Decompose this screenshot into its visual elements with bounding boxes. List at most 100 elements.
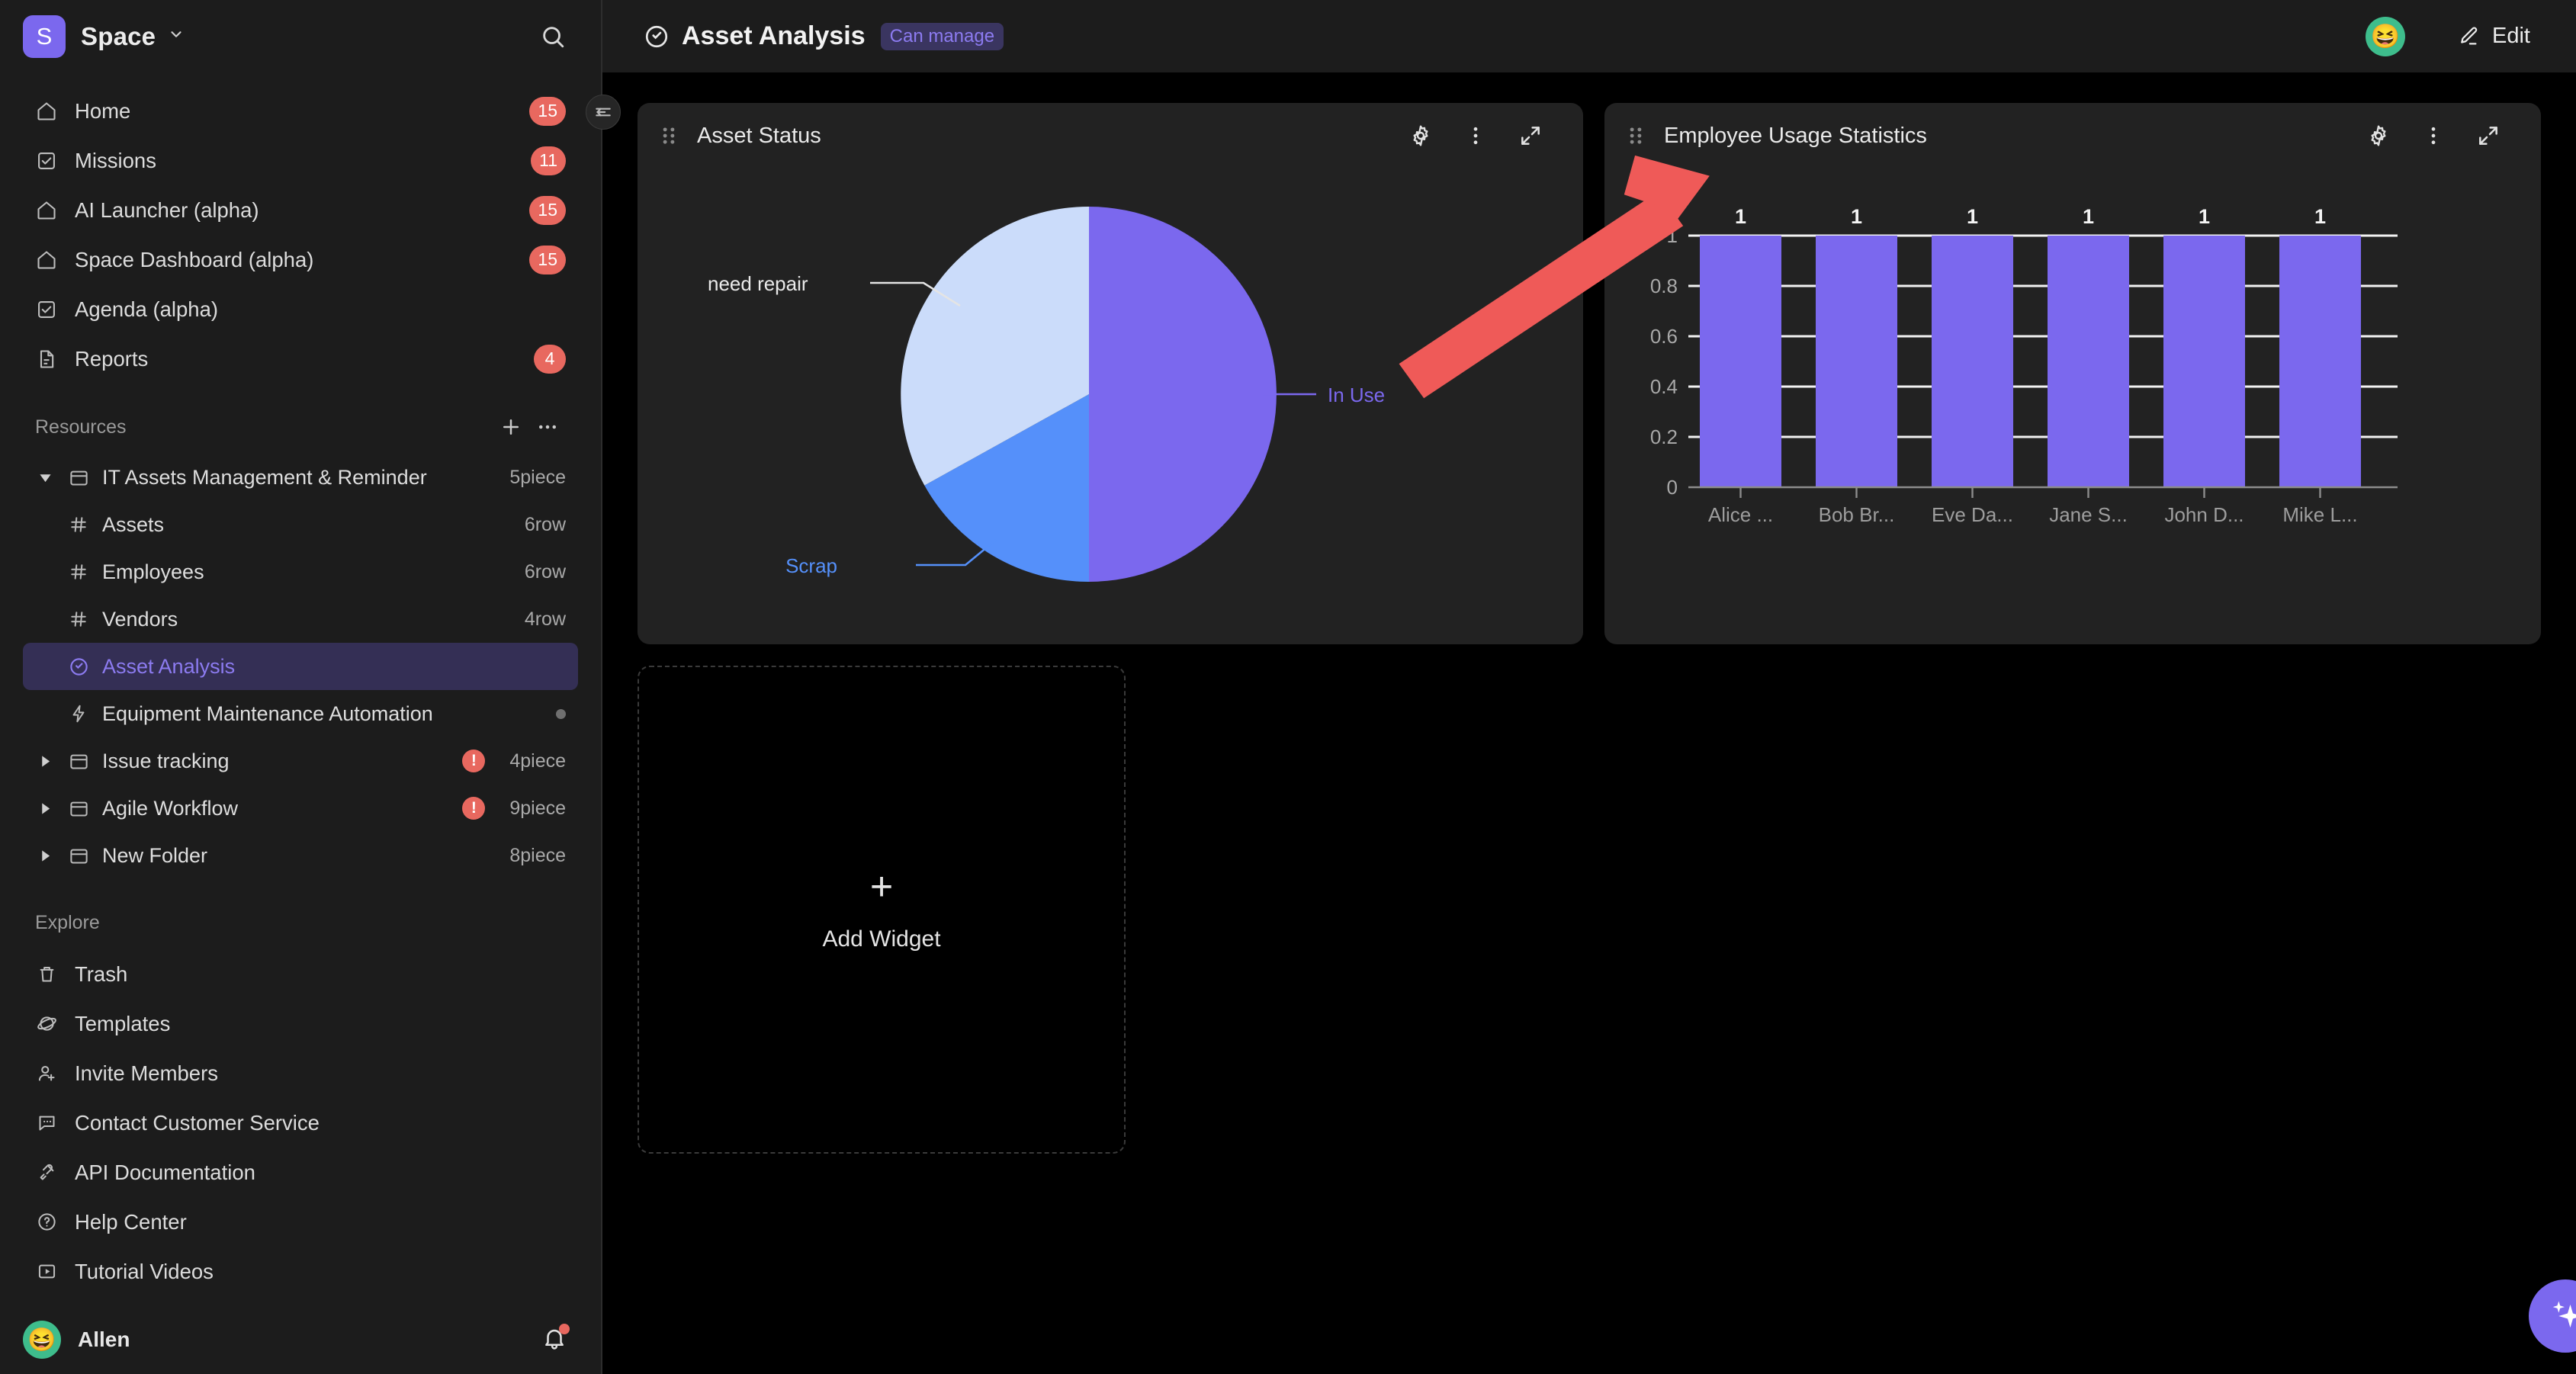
collapse-sidebar-button[interactable] bbox=[586, 95, 621, 130]
planet-icon bbox=[35, 1013, 58, 1035]
main-area: Asset Analysis Can manage 😆 Edit Asset S… bbox=[602, 0, 2576, 1374]
tree-item-meta: 4row bbox=[524, 608, 566, 630]
bar-4[interactable] bbox=[2163, 236, 2245, 487]
sidebar-item-help-center[interactable]: Help Center bbox=[23, 1197, 578, 1247]
home-icon bbox=[35, 249, 58, 271]
tree-item-issue-tracking[interactable]: Issue tracking ! 4piece bbox=[23, 737, 578, 785]
status-dot bbox=[556, 708, 566, 719]
sidebar-item-label: Contact Customer Service bbox=[75, 1110, 320, 1135]
checkbox-icon bbox=[35, 298, 58, 321]
tree-item-vendors[interactable]: Vendors 4row bbox=[23, 596, 578, 643]
bar-5[interactable] bbox=[2279, 236, 2361, 487]
xtick-3: Jane S... bbox=[2049, 503, 2128, 526]
chevron-right-icon[interactable] bbox=[35, 751, 55, 771]
sidebar-item-label: Agenda (alpha) bbox=[75, 297, 219, 321]
sidebar-item-api-documentation[interactable]: API Documentation bbox=[23, 1148, 578, 1197]
sidebar-item-invite-members[interactable]: Invite Members bbox=[23, 1048, 578, 1098]
question-circle-icon bbox=[35, 1211, 58, 1234]
sidebar-item-label: Reports bbox=[75, 346, 149, 371]
chevron-down-icon[interactable] bbox=[168, 26, 185, 47]
bar-value-3: 1 bbox=[2083, 205, 2094, 228]
home-icon bbox=[35, 199, 58, 222]
ytick-06: 0.6 bbox=[1650, 325, 1678, 348]
tree-item-label: Issue tracking bbox=[102, 749, 230, 772]
more-vertical-icon[interactable] bbox=[1458, 118, 1493, 153]
sidebar-badge: 15 bbox=[529, 96, 566, 126]
folder-icon bbox=[67, 466, 90, 489]
resources-section-header: Resources bbox=[23, 406, 578, 448]
sidebar-item-templates[interactable]: Templates bbox=[23, 999, 578, 1048]
gear-icon[interactable] bbox=[1403, 118, 1438, 153]
sidebar-item-label: Templates bbox=[75, 1011, 171, 1035]
workspace-header[interactable]: S Space bbox=[0, 0, 601, 72]
chevron-down-icon[interactable] bbox=[35, 467, 55, 487]
drag-handle-icon[interactable] bbox=[1627, 126, 1644, 146]
widget-header: Asset Status bbox=[638, 103, 1583, 169]
avatar[interactable]: 😆 bbox=[23, 1321, 61, 1359]
sidebar-item-label: Tutorial Videos bbox=[75, 1259, 214, 1283]
bar-value-1: 1 bbox=[1851, 205, 1862, 228]
tree-item-agile-workflow[interactable]: Agile Workflow ! 9piece bbox=[23, 785, 578, 832]
sidebar-item-ai-launcher[interactable]: AI Launcher (alpha) 15 bbox=[23, 185, 578, 235]
tree-item-meta: 6row bbox=[524, 560, 566, 583]
expand-icon[interactable] bbox=[1513, 118, 1548, 153]
search-icon[interactable] bbox=[540, 24, 566, 50]
bell-icon[interactable] bbox=[541, 1323, 570, 1355]
bar-0[interactable] bbox=[1700, 236, 1781, 487]
sidebar-item-agenda[interactable]: Agenda (alpha) bbox=[23, 284, 578, 334]
tree-item-meta: 6row bbox=[524, 513, 566, 535]
bar-value-2: 1 bbox=[1967, 205, 1978, 228]
sidebar-badge: 15 bbox=[529, 195, 566, 225]
bar-2[interactable] bbox=[1932, 236, 2013, 487]
tree-item-asset-analysis[interactable]: Asset Analysis bbox=[23, 643, 578, 690]
bar-3[interactable] bbox=[2048, 236, 2129, 487]
expand-icon[interactable] bbox=[2471, 118, 2506, 153]
ytick-1: 1 bbox=[1667, 224, 1678, 247]
sidebar-item-label: AI Launcher (alpha) bbox=[75, 197, 259, 222]
tree-item-new-folder[interactable]: New Folder 8piece bbox=[23, 832, 578, 879]
tree-item-employees[interactable]: Employees 6row bbox=[23, 548, 578, 596]
sidebar-item-contact-customer-service[interactable]: Contact Customer Service bbox=[23, 1098, 578, 1148]
gear-icon[interactable] bbox=[2361, 118, 2396, 153]
xtick-4: John D... bbox=[2164, 503, 2244, 526]
tree-item-label: Assets bbox=[102, 512, 165, 536]
chevron-right-icon[interactable] bbox=[35, 846, 55, 865]
chevron-right-icon[interactable] bbox=[35, 798, 55, 818]
resources-more-button[interactable] bbox=[529, 409, 566, 445]
sidebar-item-label: Space Dashboard (alpha) bbox=[75, 247, 314, 271]
tree-item-equipment-maintenance-automation[interactable]: Equipment Maintenance Automation bbox=[23, 690, 578, 737]
widget-asset-status: Asset Status In Use need repair Scrap bbox=[638, 103, 1583, 644]
tree-item-label: Vendors bbox=[102, 607, 178, 631]
sidebar-item-tutorial-videos[interactable]: Tutorial Videos bbox=[23, 1247, 578, 1296]
plug-icon bbox=[35, 1161, 58, 1184]
tree-item-meta: 9piece bbox=[509, 797, 566, 819]
more-vertical-icon[interactable] bbox=[2416, 118, 2451, 153]
xtick-0: Alice ... bbox=[1708, 503, 1773, 526]
sidebar-item-space-dashboard[interactable]: Space Dashboard (alpha) 15 bbox=[23, 235, 578, 284]
sidebar-item-trash[interactable]: Trash bbox=[23, 949, 578, 999]
app-root: S Space Home 15 Missions 11 AI Launcher … bbox=[0, 0, 2576, 1374]
sidebar-item-missions[interactable]: Missions 11 bbox=[23, 136, 578, 185]
ai-assistant-button[interactable] bbox=[2529, 1279, 2576, 1353]
user-bar[interactable]: 😆 Allen bbox=[0, 1305, 601, 1374]
widget-row: Asset Status In Use need repair Scrap Em… bbox=[638, 103, 2541, 644]
resources-title: Resources bbox=[35, 416, 127, 438]
add-widget-button[interactable]: + Add Widget bbox=[638, 666, 1126, 1154]
edit-button[interactable]: Edit bbox=[2457, 24, 2530, 49]
pie-slice-in-use[interactable] bbox=[1089, 207, 1277, 582]
widget-header: Employee Usage Statistics bbox=[1604, 103, 2541, 169]
avatar[interactable]: 😆 bbox=[2366, 16, 2406, 56]
table-icon bbox=[67, 608, 90, 631]
sidebar-item-home[interactable]: Home 15 bbox=[23, 86, 578, 136]
bar-1[interactable] bbox=[1816, 236, 1897, 487]
sidebar-item-label: Trash bbox=[75, 961, 128, 986]
tree-item-assets[interactable]: Assets 6row bbox=[23, 501, 578, 548]
ytick-08: 0.8 bbox=[1650, 274, 1678, 297]
bar-chart: 1 0.8 0.6 0.4 0.2 0 1 1 1 1 1 1 Alice ..… bbox=[1604, 169, 2541, 635]
tree-item-it-assets-management[interactable]: IT Assets Management & Reminder 5piece bbox=[23, 454, 578, 501]
dashboard-icon bbox=[67, 655, 90, 678]
add-resource-button[interactable] bbox=[493, 409, 529, 445]
trash-icon bbox=[35, 963, 58, 986]
drag-handle-icon[interactable] bbox=[660, 126, 677, 146]
sidebar-item-reports[interactable]: Reports 4 bbox=[23, 334, 578, 384]
